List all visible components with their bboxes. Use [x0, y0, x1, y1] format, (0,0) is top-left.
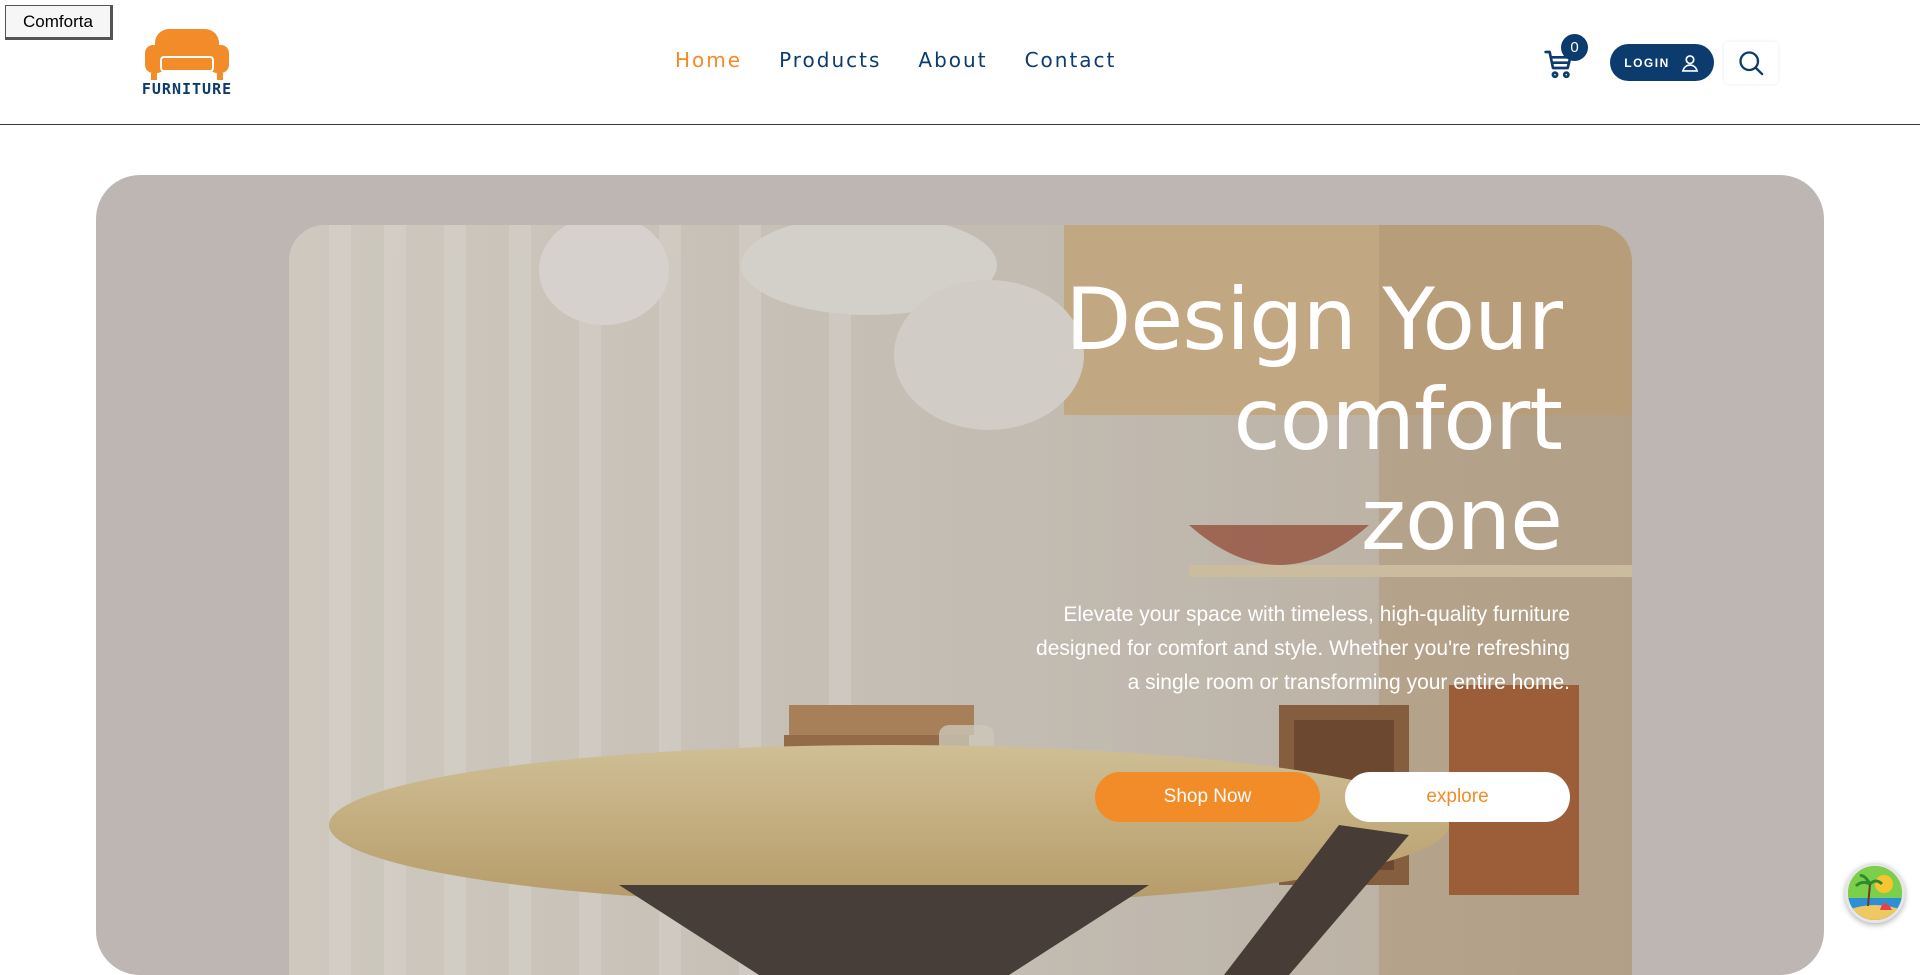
nav-products[interactable]: Products	[779, 48, 881, 72]
logo-wordmark: FURNITURE	[141, 80, 233, 98]
nav-about[interactable]: About	[918, 48, 987, 72]
nav-contact[interactable]: Contact	[1025, 48, 1117, 72]
explore-button[interactable]: explore	[1345, 772, 1570, 822]
sofa-icon	[145, 29, 229, 80]
login-button[interactable]: LOGIN	[1610, 44, 1714, 81]
hero-title-line-1: Design Your	[1065, 270, 1563, 370]
brand-logo[interactable]: FURNITURE	[141, 27, 233, 99]
user-icon	[1681, 54, 1698, 72]
search-icon	[1739, 51, 1764, 76]
hero-title: Design Your comfort zone	[862, 270, 1563, 570]
hero-description: Elevate your space with timeless, high-q…	[1036, 603, 1570, 694]
login-label: LOGIN	[1624, 55, 1670, 70]
search-button[interactable]	[1724, 42, 1778, 84]
site-header: Comforta FURNITURE Home Products About C…	[0, 0, 1920, 125]
shop-now-button[interactable]: Shop Now	[1095, 772, 1320, 822]
hero-title-line-2: comfort	[1233, 370, 1563, 470]
floating-chat-widget[interactable]	[1845, 863, 1905, 923]
nav-home[interactable]: Home	[675, 48, 742, 72]
hero-title-line-3: zone	[1360, 470, 1563, 570]
beach-icon	[1848, 866, 1902, 920]
main-nav: Home Products About Contact	[675, 48, 1153, 72]
site-name-tooltip: Comforta	[5, 5, 113, 40]
cart-count-badge: 0	[1561, 34, 1588, 61]
